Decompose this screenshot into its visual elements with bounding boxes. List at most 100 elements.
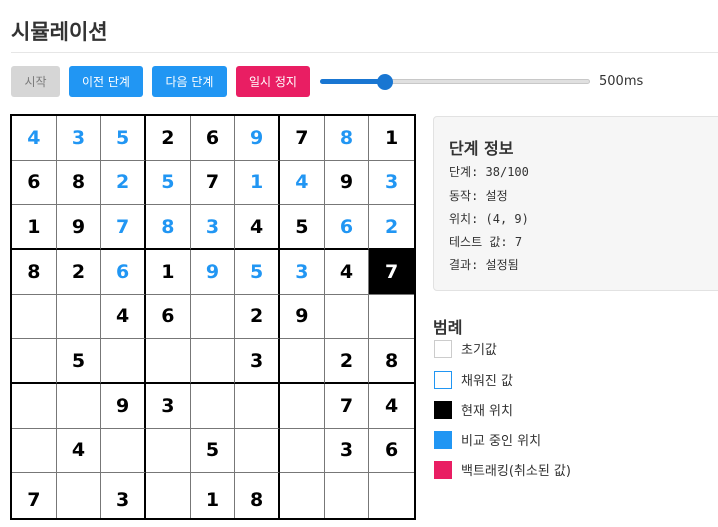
sudoku-cell: 9: [324, 160, 370, 206]
sudoku-cell: [369, 295, 414, 340]
legend-item-compare: 비교 중인 위치: [434, 430, 541, 449]
sudoku-cell: [190, 294, 236, 340]
sudoku-cell: [101, 428, 146, 474]
sudoku-cell: 3: [56, 116, 102, 161]
legend-label: 채워진 값: [461, 374, 513, 389]
sudoku-cell: 5: [280, 205, 325, 250]
sudoku-cell: [57, 473, 102, 518]
sudoku-cell: [280, 339, 325, 384]
square-outline-gray-icon: [434, 339, 452, 358]
sudoku-cell: 8: [235, 473, 280, 518]
start-button[interactable]: 시작: [11, 66, 60, 97]
simulation-controls: 시작 이전 단계 다음 단계 일시 정지 500ms: [11, 66, 643, 97]
sudoku-cell: 5: [235, 250, 280, 295]
speed-slider-thumb[interactable]: [376, 73, 393, 90]
sudoku-cell: 1: [12, 205, 57, 250]
sudoku-cell: 6: [12, 160, 57, 206]
sudoku-cell: [101, 339, 146, 384]
sudoku-cell: [190, 339, 236, 384]
sudoku-cell: 6: [324, 205, 370, 250]
sudoku-cell: 4: [56, 428, 102, 474]
legend-label: 초기값: [461, 343, 497, 358]
legend-item-filled: 채워진 값: [434, 370, 513, 389]
sudoku-cell: 3: [190, 205, 236, 250]
square-black-icon: [434, 400, 452, 419]
sudoku-cell: 4: [101, 294, 146, 340]
pause-button[interactable]: 일시 정지: [236, 66, 310, 97]
sudoku-cell: 1: [369, 116, 414, 161]
sudoku-cell: 3: [369, 161, 414, 206]
square-blue-icon: [434, 430, 452, 449]
sudoku-cell: 7: [369, 250, 414, 295]
sudoku-cell: [235, 384, 280, 429]
legend-item-current: 현재 위치: [434, 400, 513, 419]
sudoku-cell: [146, 428, 191, 474]
sudoku-cell: 1: [191, 473, 236, 518]
sudoku-cell: 1: [235, 160, 280, 206]
sudoku-cell: [280, 428, 325, 474]
sudoku-cell: 9: [101, 384, 146, 429]
legend-title: 범례: [433, 318, 463, 337]
sudoku-cell: [146, 339, 191, 384]
sudoku-cell: 3: [146, 384, 191, 429]
sudoku-cell: 5: [101, 116, 146, 161]
sudoku-cell: [56, 294, 102, 340]
sudoku-cell: 2: [324, 339, 370, 384]
sudoku-cell: 9: [190, 250, 236, 295]
legend-label: 현재 위치: [461, 404, 513, 419]
sudoku-cell: 4: [235, 205, 280, 250]
sudoku-cell: 2: [235, 294, 280, 340]
step-counter: 단계: 38/100: [449, 165, 529, 179]
legend-label: 백트래킹(취소된 값): [461, 464, 571, 479]
previous-step-button[interactable]: 이전 단계: [69, 66, 143, 97]
page-title: 시뮬레이션: [11, 20, 108, 44]
step-result: 결과: 설정됨: [449, 258, 519, 272]
sudoku-cell: 8: [56, 160, 102, 206]
legend-item-backtrack: 백트래킹(취소된 값): [434, 460, 571, 479]
step-action: 동작: 설정: [449, 189, 508, 203]
step-info-panel: 단계 정보 단계: 38/100 동작: 설정 위치: (4, 9) 테스트 값…: [433, 116, 718, 291]
sudoku-cell: 2: [56, 250, 102, 295]
sudoku-cell: 5: [56, 339, 102, 384]
speed-slider[interactable]: [320, 73, 590, 90]
square-pink-icon: [434, 460, 452, 479]
step-info-title: 단계 정보: [449, 139, 514, 158]
sudoku-cell: [280, 384, 325, 429]
sudoku-cell: [325, 473, 370, 518]
sudoku-cell: [12, 339, 57, 384]
sudoku-cell: 7: [280, 116, 325, 161]
sudoku-cell: 2: [146, 116, 191, 161]
sudoku-cell: 5: [146, 160, 191, 206]
next-step-button[interactable]: 다음 단계: [152, 66, 227, 97]
sudoku-cell: 2: [369, 205, 414, 250]
sudoku-cell: 3: [235, 339, 280, 384]
sudoku-cell: 6: [190, 116, 236, 161]
sudoku-cell: 4: [12, 116, 57, 161]
sudoku-cell: [56, 384, 102, 429]
sudoku-board: 4352697816825714931978345628261953474629…: [10, 114, 416, 520]
title-divider: [11, 52, 718, 53]
sudoku-cell: 3: [280, 250, 325, 295]
sudoku-cell: 7: [324, 384, 370, 429]
sudoku-cell: 9: [280, 294, 325, 340]
sudoku-cell: 8: [146, 205, 191, 250]
step-position: 위치: (4, 9): [449, 212, 529, 226]
sudoku-cell: [280, 473, 325, 518]
sudoku-cell: 6: [101, 250, 146, 295]
sudoku-cell: 5: [190, 428, 236, 474]
sudoku-cell: 8: [324, 116, 370, 161]
sudoku-cell: 8: [12, 250, 57, 295]
sudoku-cell: 6: [146, 294, 191, 340]
sudoku-cell: 8: [369, 339, 414, 384]
square-outline-blue-icon: [434, 370, 452, 389]
sudoku-cell: 9: [235, 116, 280, 161]
sudoku-cell: 7: [12, 473, 57, 518]
step-test-value: 테스트 값: 7: [449, 235, 523, 249]
legend-item-initial: 초기값: [434, 339, 497, 358]
sudoku-cell: 7: [190, 160, 236, 206]
sudoku-cell: 4: [369, 384, 414, 429]
sudoku-cell: 2: [101, 160, 146, 206]
sudoku-cell: [324, 294, 370, 340]
speed-slider-fill: [320, 78, 385, 84]
sudoku-cell: 7: [101, 205, 146, 250]
